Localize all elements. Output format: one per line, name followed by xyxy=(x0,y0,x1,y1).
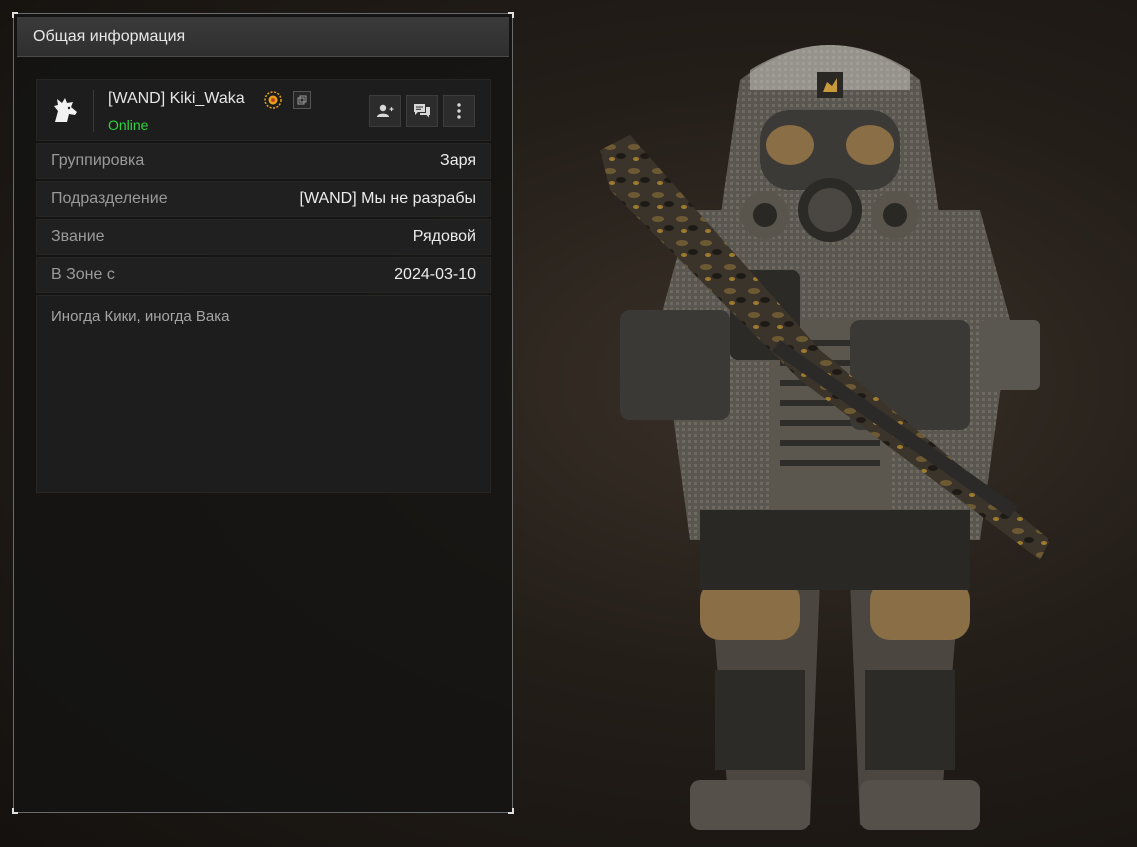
panel-title: Общая информация xyxy=(17,17,509,57)
more-options-button[interactable] xyxy=(443,95,475,127)
detail-row-zone-since: В Зоне с 2024-03-10 xyxy=(36,257,491,293)
general-info-panel: Общая информация [WAND] Kiki_Waka Online… xyxy=(12,12,514,814)
player-name: [WAND] Kiki_Waka xyxy=(108,90,245,107)
detail-label: В Зоне с xyxy=(51,266,115,283)
panel-corner xyxy=(508,808,514,814)
about-text: Иногда Кики, иногда Вака xyxy=(36,295,491,493)
add-friend-icon xyxy=(377,104,394,117)
character-model[interactable] xyxy=(580,20,1080,840)
detail-value: 2024-03-10 xyxy=(394,266,476,283)
detail-value: Рядовой xyxy=(412,228,476,245)
detail-label: Группировка xyxy=(51,152,145,169)
detail-row-unit: Подразделение [WAND] Мы не разрабы xyxy=(36,181,491,217)
chat-icon xyxy=(414,104,430,118)
profile-divider xyxy=(93,90,94,132)
detail-value: Заря xyxy=(440,152,476,169)
detail-value: [WAND] Мы не разрабы xyxy=(299,190,477,207)
detail-label: Подразделение xyxy=(51,190,168,207)
chat-button[interactable] xyxy=(406,95,438,127)
detail-row-faction: Группировка Заря xyxy=(36,143,491,179)
profile-header: [WAND] Kiki_Waka Online xyxy=(36,79,491,141)
sun-badge-icon xyxy=(263,90,283,110)
wolf-head-icon xyxy=(49,94,81,126)
more-vertical-icon xyxy=(457,103,461,119)
detail-row-rank: Звание Рядовой xyxy=(36,219,491,255)
profile-card: [WAND] Kiki_Waka Online Группировка Заря… xyxy=(36,79,491,493)
copy-name-icon[interactable] xyxy=(293,91,311,109)
online-status: Online xyxy=(108,117,149,133)
detail-label: Звание xyxy=(51,228,105,245)
add-friend-button[interactable] xyxy=(369,95,401,127)
panel-corner xyxy=(12,808,18,814)
